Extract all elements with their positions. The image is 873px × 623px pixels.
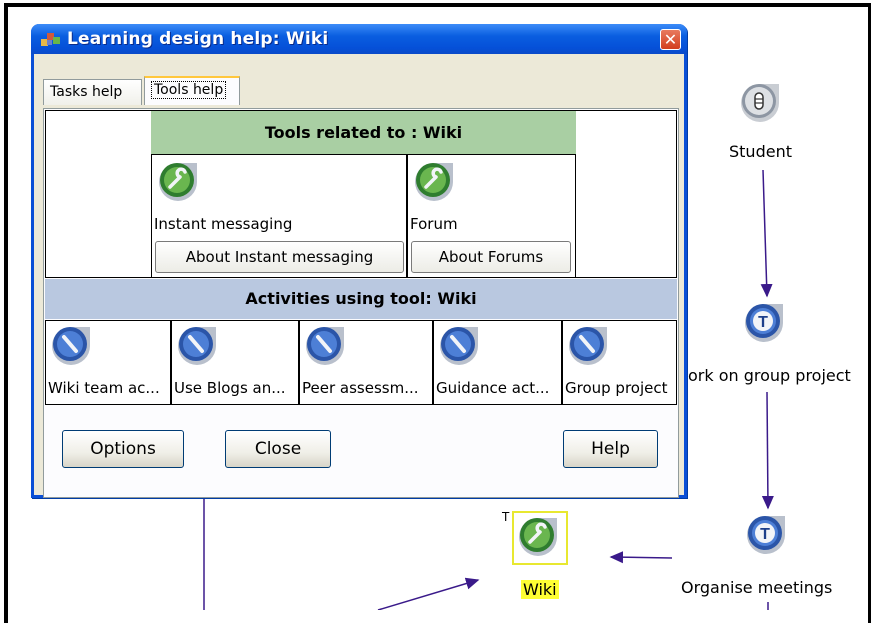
node-work-on-group-project[interactable]: T ork on group project	[686, 300, 873, 390]
task-pencil-icon	[569, 327, 607, 365]
node-label: Wiki	[521, 580, 559, 599]
tool-wrench-icon	[519, 518, 557, 556]
help-button[interactable]: Help	[563, 430, 658, 468]
role-student-icon	[741, 84, 779, 122]
activity-item[interactable]: Wiki team ac...	[45, 320, 171, 405]
activity-name: Group project	[565, 379, 668, 397]
app-icon	[41, 33, 60, 46]
task-pencil-icon	[178, 327, 216, 365]
about-instant-messaging-button[interactable]: About Instant messaging	[155, 241, 404, 273]
svg-text:T: T	[758, 314, 768, 331]
tool-wrench-icon[interactable]	[155, 159, 203, 205]
task-pencil-icon	[440, 327, 478, 365]
options-button[interactable]: Options	[62, 430, 184, 468]
dialog-title: Learning design help: Wiki	[67, 29, 329, 49]
activity-name: Wiki team ac...	[48, 379, 160, 397]
tool-card-forum: Forum About Forums	[407, 154, 576, 278]
close-button[interactable]: Close	[225, 430, 331, 468]
edge-organise-to-wiki	[609, 551, 673, 564]
node-label: ork on group project	[688, 366, 851, 385]
task-pencil-icon	[52, 327, 90, 365]
task-t-icon: T	[747, 516, 785, 554]
node-label: Organise meetings	[681, 578, 833, 597]
tab-label: Tasks help	[50, 84, 123, 100]
edge-left-to-wiki	[377, 577, 480, 610]
node-student[interactable]: Student	[700, 80, 830, 170]
activity-name: Peer assessm...	[302, 379, 419, 397]
activity-item[interactable]: Use Blogs an...	[171, 320, 299, 405]
about-forums-button[interactable]: About Forums	[411, 241, 571, 273]
node-wiki[interactable]: T Wiki	[500, 508, 580, 606]
tools-related-section: Tools related to : Wiki Instant messagin…	[45, 110, 677, 278]
activities-list: Wiki team ac... Use Blogs an... Peer ass…	[45, 320, 677, 405]
title-bar[interactable]: Learning design help: Wiki ✕	[31, 24, 687, 54]
tool-name: Instant messaging	[154, 215, 293, 233]
task-t-icon: T	[745, 304, 783, 342]
close-window-button[interactable]: ✕	[660, 29, 681, 50]
activity-name: Guidance act...	[436, 379, 550, 397]
activity-item[interactable]: Peer assessm...	[299, 320, 433, 405]
task-pencil-icon	[306, 327, 344, 365]
node-organise-meetings[interactable]: T Organise meetings	[676, 512, 866, 606]
tool-name: Forum	[410, 215, 458, 233]
tab-tools-help[interactable]: Tools help	[144, 76, 240, 105]
tools-related-header: Tools related to : Wiki	[151, 111, 576, 154]
tab-label: Tools help	[151, 81, 227, 99]
edge-work-to-organise	[761, 391, 774, 510]
node-prefix: T	[502, 510, 510, 524]
tool-card-instant-messaging: Instant messaging About Instant messagin…	[151, 154, 407, 278]
svg-text:T: T	[760, 526, 770, 543]
node-label: Student	[729, 142, 792, 161]
activities-header: Activities using tool: Wiki	[45, 279, 677, 319]
tab-tasks-help[interactable]: Tasks help	[43, 79, 142, 105]
activity-name: Use Blogs an...	[174, 379, 286, 397]
tool-wrench-icon[interactable]	[411, 159, 459, 205]
edge-student-to-work	[760, 169, 773, 298]
activity-item[interactable]: Guidance act...	[433, 320, 562, 405]
close-icon: ✕	[663, 30, 678, 49]
help-dialog: Learning design help: Wiki ✕ Tasks help …	[31, 24, 687, 498]
activity-item[interactable]: Group project	[562, 320, 677, 405]
